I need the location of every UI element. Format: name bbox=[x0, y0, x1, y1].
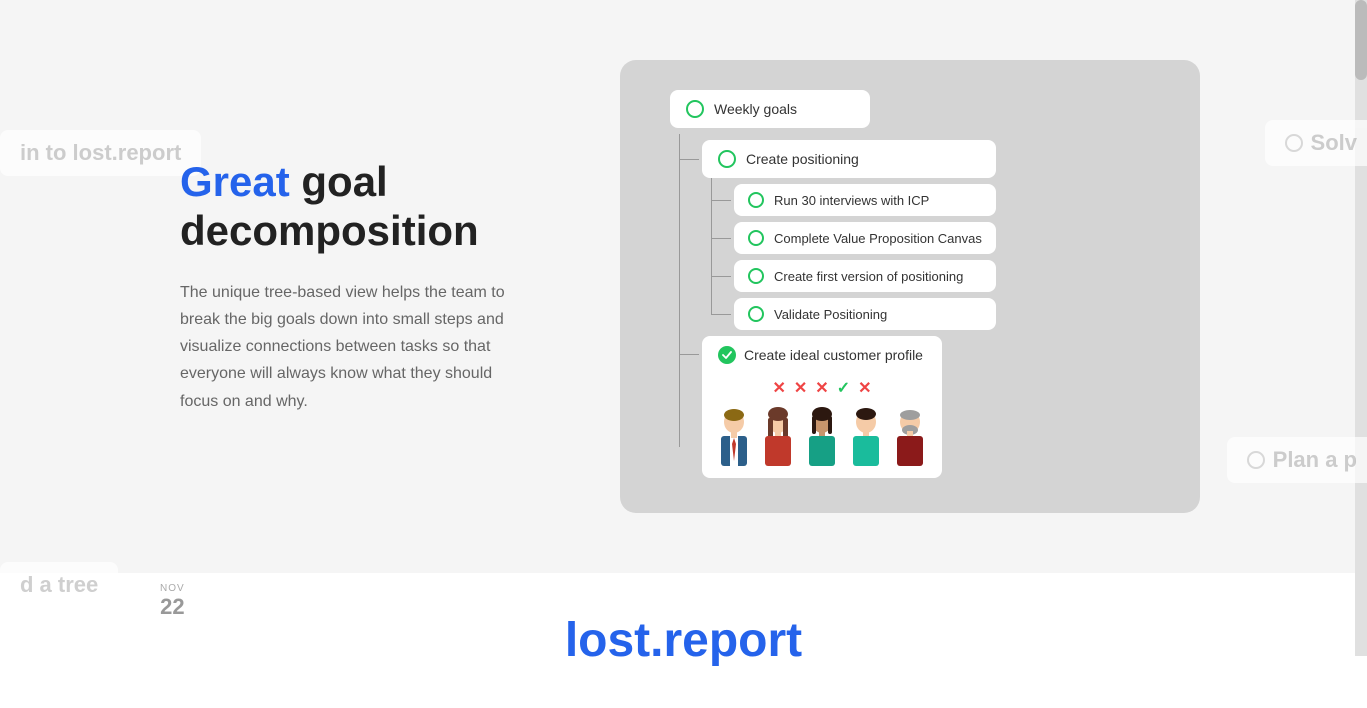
page-wrapper: in to lost.report d a tree NOV 22 Great … bbox=[0, 0, 1367, 708]
avatar-4 bbox=[845, 406, 887, 470]
child4-item[interactable]: Validate Positioning bbox=[734, 298, 996, 330]
headline-blue: Great bbox=[180, 158, 290, 205]
illustration-panel: Weekly goals Create positioning bbox=[620, 60, 1200, 513]
root-vline bbox=[679, 134, 680, 447]
tree-wrapper: Weekly goals Create positioning bbox=[650, 90, 1170, 483]
vote-4: ✓ bbox=[837, 378, 850, 398]
left-content: Great goaldecomposition The unique tree-… bbox=[180, 158, 560, 415]
float-date-month: NOV bbox=[160, 583, 185, 594]
root-row: Weekly goals bbox=[670, 90, 870, 134]
hline-child1 bbox=[711, 200, 731, 201]
float-right-top-text: Solv bbox=[1311, 130, 1357, 156]
float-date: NOV 22 bbox=[160, 583, 185, 620]
weekly-goals-label: Weekly goals bbox=[714, 101, 797, 117]
description-text: The unique tree-based view helps the tea… bbox=[180, 279, 520, 415]
float-right-bottom-text: Plan a p bbox=[1273, 447, 1357, 473]
float-right-bottom-label: Plan a p bbox=[1227, 437, 1367, 483]
avatar-1 bbox=[713, 406, 755, 470]
float-right-top-circle bbox=[1285, 134, 1303, 152]
avatars-row bbox=[702, 402, 942, 478]
customer-profile-label: Create ideal customer profile bbox=[744, 347, 923, 363]
vote-1: ✕ bbox=[772, 378, 785, 398]
create-positioning-circle bbox=[718, 150, 736, 168]
level2-vline bbox=[711, 178, 712, 314]
brand-title: lost.report bbox=[565, 613, 802, 668]
child2-circle bbox=[748, 230, 764, 246]
child1-circle bbox=[748, 192, 764, 208]
avatar-5 bbox=[889, 406, 931, 470]
create-positioning-item[interactable]: Create positioning bbox=[702, 140, 996, 178]
hline-child4 bbox=[711, 314, 731, 315]
avatar-2 bbox=[757, 406, 799, 470]
hline-child2 bbox=[711, 238, 731, 239]
customer-profile-header: Create ideal customer profile bbox=[702, 336, 942, 374]
votes-row: ✕ ✕ ✕ ✓ ✕ bbox=[702, 374, 942, 402]
float-right-top: Solv bbox=[1265, 120, 1367, 166]
hline-positioning bbox=[679, 159, 699, 160]
main-section: Great goaldecomposition The unique tree-… bbox=[0, 0, 1367, 573]
float-date-day: 22 bbox=[160, 594, 185, 620]
vote-3: ✕ bbox=[815, 378, 828, 398]
bottom-section: lost.report bbox=[0, 573, 1367, 708]
child2-row: Complete Value Proposition Canvas bbox=[734, 222, 996, 254]
child4-label: Validate Positioning bbox=[774, 307, 887, 322]
child1-row: Run 30 interviews with ICP bbox=[734, 184, 996, 216]
customer-profile-row: Create ideal customer profile ✕ ✕ ✕ ✓ ✕ bbox=[702, 336, 996, 483]
child2-item[interactable]: Complete Value Proposition Canvas bbox=[734, 222, 996, 254]
child3-label: Create first version of positioning bbox=[774, 269, 963, 284]
main-headline: Great goaldecomposition bbox=[180, 158, 560, 255]
hline-customer bbox=[679, 354, 699, 355]
child2-label: Complete Value Proposition Canvas bbox=[774, 231, 982, 246]
create-positioning-label: Create positioning bbox=[746, 151, 859, 167]
weekly-goals-circle bbox=[686, 100, 704, 118]
float-right-top-label: Solv bbox=[1265, 120, 1367, 166]
level2-container: Run 30 interviews with ICP Complete Valu… bbox=[734, 184, 996, 330]
customer-profile-card[interactable]: Create ideal customer profile ✕ ✕ ✕ ✓ ✕ bbox=[702, 336, 942, 478]
create-positioning-row: Create positioning bbox=[702, 140, 996, 178]
float-right-bottom: Plan a p bbox=[1227, 437, 1367, 483]
level1-container: Create positioning Run 30 interviews bbox=[702, 140, 996, 483]
child3-circle bbox=[748, 268, 764, 284]
child4-circle bbox=[748, 306, 764, 322]
hline-child3 bbox=[711, 276, 731, 277]
avatar-3 bbox=[801, 406, 843, 470]
vote-2: ✕ bbox=[794, 378, 807, 398]
child3-row: Create first version of positioning bbox=[734, 260, 996, 292]
child3-item[interactable]: Create first version of positioning bbox=[734, 260, 996, 292]
float-right-bottom-circle bbox=[1247, 451, 1265, 469]
vote-5: ✕ bbox=[858, 378, 871, 398]
child1-item[interactable]: Run 30 interviews with ICP bbox=[734, 184, 996, 216]
weekly-goals-item[interactable]: Weekly goals bbox=[670, 90, 870, 128]
child1-label: Run 30 interviews with ICP bbox=[774, 193, 929, 208]
customer-profile-circle-filled bbox=[718, 346, 736, 364]
child4-row: Validate Positioning bbox=[734, 298, 996, 330]
